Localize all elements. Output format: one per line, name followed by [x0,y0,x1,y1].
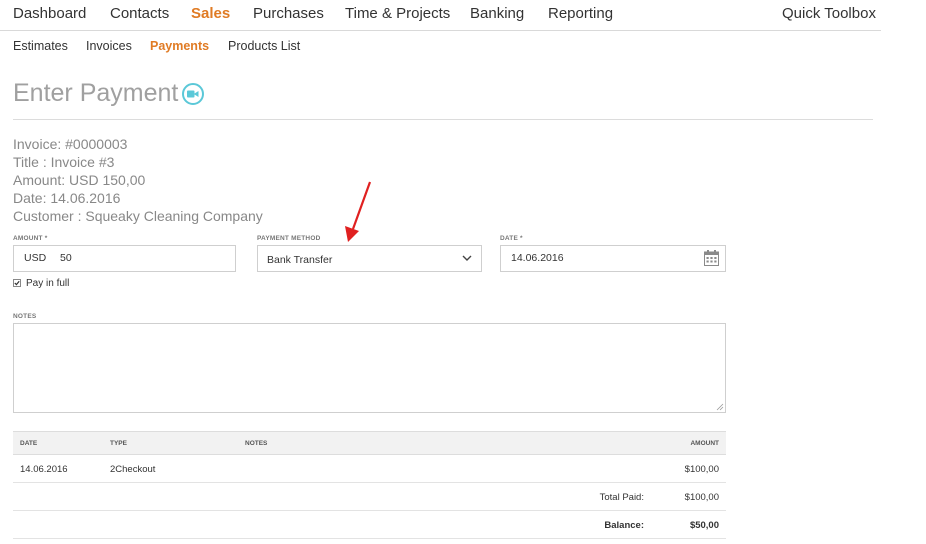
video-help-button[interactable] [182,83,204,105]
title-divider [13,119,873,120]
subnav-products-list[interactable]: Products List [228,39,300,53]
total-paid-value: $100,00 [684,492,719,503]
table-header: DATE TYPE NOTES AMOUNT [13,431,726,455]
total-paid-row: Total Paid: $100,00 [13,483,726,511]
pay-in-full-label[interactable]: Pay in full [26,278,69,289]
header-amount: AMOUNT [690,440,719,447]
page-title: Enter Payment [13,79,179,107]
subnav-estimates[interactable]: Estimates [13,39,68,53]
chevron-down-icon [462,255,472,261]
quick-toolbox-button[interactable]: Quick Toolbox [782,5,876,22]
date-label: DATE * [500,235,523,242]
notes-label: NOTES [13,313,37,320]
header-notes: NOTES [245,440,268,447]
nav-sales[interactable]: Sales [191,5,230,22]
balance-label: Balance: [604,520,644,531]
currency-code: USD [24,252,47,264]
invoice-number: Invoice: #0000003 [13,136,128,152]
notes-textarea[interactable] [13,323,726,413]
payment-method-label: PAYMENT METHOD [257,235,321,242]
header-type: TYPE [110,440,127,447]
payment-method-select[interactable]: Bank Transfer [257,245,482,272]
invoice-date: Date: 14.06.2016 [13,190,121,206]
table-row[interactable]: 14.06.2016 2Checkout $100,00 [13,455,726,483]
checkmark-icon [14,280,20,286]
date-field[interactable]: 14.06.2016 [500,245,726,272]
resize-grip-icon[interactable] [716,403,724,411]
subnav-payments[interactable]: Payments [150,39,209,53]
balance-row: Balance: $50,00 [13,511,726,539]
invoice-title: Title : Invoice #3 [13,154,115,170]
row-type: 2Checkout [110,464,156,475]
pay-in-full-checkbox[interactable] [13,279,21,287]
nav-dashboard[interactable]: Dashboard [13,5,86,22]
invoice-customer: Customer : Squeaky Cleaning Company [13,208,263,224]
main-nav: Dashboard Contacts Sales Purchases Time … [0,0,881,31]
nav-purchases[interactable]: Purchases [253,5,324,22]
invoice-amount: Amount: USD 150,00 [13,172,146,188]
date-input[interactable]: 14.06.2016 [511,252,564,264]
nav-time-projects[interactable]: Time & Projects [345,5,450,22]
amount-label: AMOUNT * [13,235,48,242]
balance-value: $50,00 [689,520,719,531]
row-amount: $100,00 [684,464,719,475]
header-date: DATE [20,440,38,447]
total-paid-label: Total Paid: [599,492,644,503]
video-camera-icon [187,90,199,98]
row-date: 14.06.2016 [20,464,68,475]
payment-method-value: Bank Transfer [267,254,333,266]
amount-input[interactable]: 50 [60,252,72,264]
amount-field[interactable]: USD 50 [13,245,236,272]
nav-banking[interactable]: Banking [470,5,524,22]
calendar-icon[interactable] [704,250,719,266]
subnav-invoices[interactable]: Invoices [86,39,132,53]
nav-reporting[interactable]: Reporting [548,5,613,22]
nav-contacts[interactable]: Contacts [110,5,169,22]
